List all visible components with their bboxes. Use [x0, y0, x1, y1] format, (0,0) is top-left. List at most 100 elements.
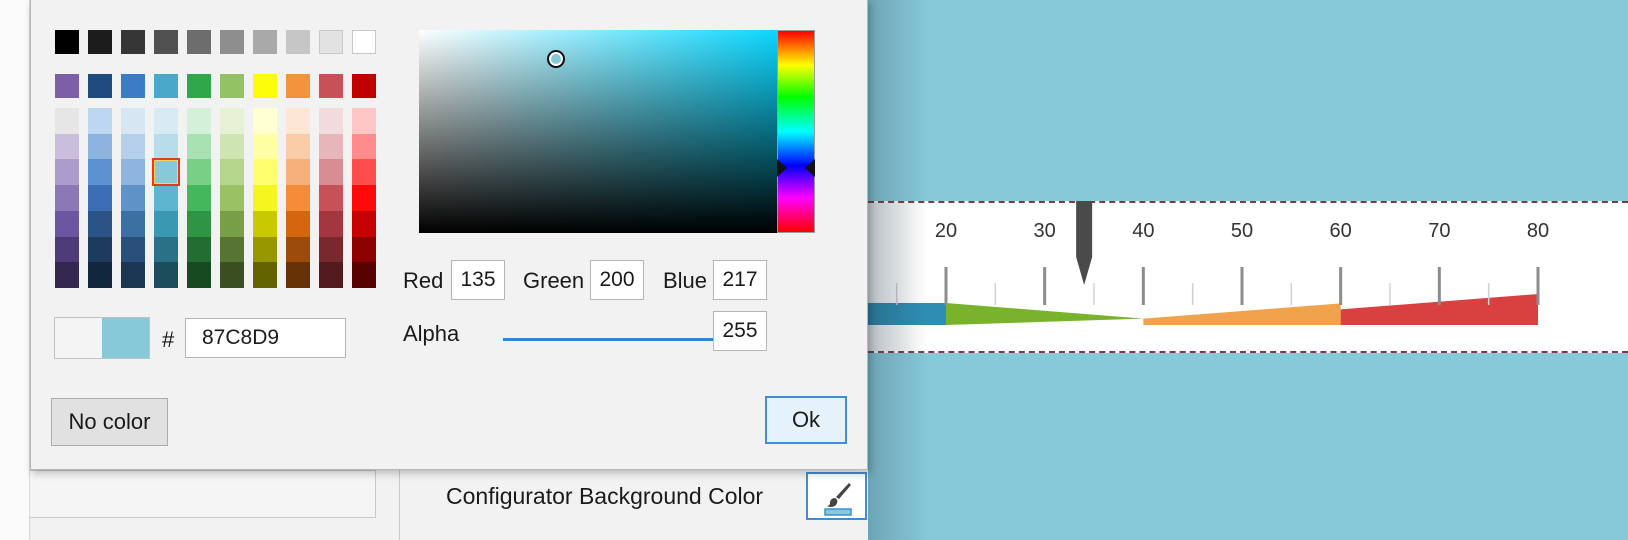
selected-palette-swatch[interactable]: [152, 158, 180, 187]
palette-swatch[interactable]: [187, 30, 211, 54]
palette-tint-swatch[interactable]: [253, 210, 277, 237]
palette-swatch[interactable]: [154, 30, 178, 54]
palette-tint-swatch[interactable]: [253, 159, 277, 186]
palette-swatch[interactable]: [286, 30, 310, 54]
color-cursor[interactable]: [547, 50, 565, 68]
palette-tint-swatch[interactable]: [253, 133, 277, 160]
palette-tint-swatch[interactable]: [55, 185, 79, 212]
palette-swatch[interactable]: [319, 74, 343, 98]
palette-tint-swatch[interactable]: [352, 185, 376, 212]
palette-tint-swatch[interactable]: [55, 236, 79, 263]
palette-tint-swatch[interactable]: [286, 210, 310, 237]
palette-swatch[interactable]: [55, 30, 79, 54]
palette-tint-swatch[interactable]: [187, 133, 211, 160]
palette-tint-swatch[interactable]: [88, 159, 112, 186]
green-input[interactable]: [590, 260, 644, 300]
palette-tint-swatch[interactable]: [286, 262, 310, 289]
palette-swatch[interactable]: [352, 74, 376, 98]
palette-tint-swatch[interactable]: [319, 108, 343, 134]
palette-tint-swatch[interactable]: [187, 108, 211, 134]
background-color-button[interactable]: [806, 472, 867, 520]
hue-slider[interactable]: [777, 30, 815, 233]
palette-tint-swatch[interactable]: [88, 108, 112, 134]
palette-tint-swatch[interactable]: [220, 236, 244, 263]
hue-marker-left[interactable]: [777, 159, 787, 177]
palette-tint-swatch[interactable]: [220, 133, 244, 160]
palette-tint-swatch[interactable]: [220, 159, 244, 186]
palette-swatch[interactable]: [88, 74, 112, 98]
palette-tint-swatch[interactable]: [352, 108, 376, 134]
palette-tint-swatch[interactable]: [55, 262, 79, 289]
palette-swatch[interactable]: [88, 30, 112, 54]
palette-tint-swatch[interactable]: [121, 210, 145, 237]
palette-tint-swatch[interactable]: [253, 108, 277, 134]
palette-tint-swatch[interactable]: [352, 210, 376, 237]
palette-tint-swatch[interactable]: [187, 185, 211, 212]
palette-tint-swatch[interactable]: [187, 262, 211, 289]
palette-tint-swatch[interactable]: [121, 108, 145, 134]
palette-swatch[interactable]: [352, 30, 376, 54]
palette-tint-swatch[interactable]: [55, 210, 79, 237]
palette-tint-swatch[interactable]: [253, 185, 277, 212]
hue-marker-right[interactable]: [805, 159, 815, 177]
palette-tint-swatch[interactable]: [88, 262, 112, 289]
palette-tint-swatch[interactable]: [286, 108, 310, 134]
saturation-value-area[interactable]: [419, 30, 793, 233]
palette-tint-swatch[interactable]: [319, 236, 343, 263]
palette-swatch[interactable]: [121, 30, 145, 54]
palette-tint-swatch[interactable]: [253, 262, 277, 289]
palette-swatch[interactable]: [121, 74, 145, 98]
palette-tint-swatch[interactable]: [286, 185, 310, 212]
palette-swatch[interactable]: [253, 30, 277, 54]
palette-tint-swatch[interactable]: [286, 133, 310, 160]
palette-tint-swatch[interactable]: [319, 185, 343, 212]
palette-tint-swatch[interactable]: [253, 236, 277, 263]
alpha-input[interactable]: [713, 311, 767, 351]
palette-tint-swatch[interactable]: [352, 262, 376, 289]
palette-tint-swatch[interactable]: [154, 262, 178, 289]
palette-swatch[interactable]: [220, 30, 244, 54]
palette-tint-swatch[interactable]: [55, 108, 79, 134]
palette-tint-swatch[interactable]: [319, 210, 343, 237]
hex-input[interactable]: [185, 318, 346, 358]
palette-swatch[interactable]: [187, 74, 211, 98]
palette-tint-swatch[interactable]: [121, 159, 145, 186]
palette-tint-swatch[interactable]: [187, 159, 211, 186]
palette-tint-swatch[interactable]: [88, 133, 112, 160]
palette-tint-swatch[interactable]: [55, 133, 79, 160]
palette-tint-swatch[interactable]: [154, 108, 178, 134]
palette-tint-swatch[interactable]: [88, 185, 112, 212]
palette-swatch[interactable]: [154, 74, 178, 98]
palette-tint-swatch[interactable]: [352, 159, 376, 186]
alpha-slider-track[interactable]: [503, 338, 723, 341]
palette-tint-swatch[interactable]: [121, 185, 145, 212]
palette-swatch[interactable]: [55, 74, 79, 98]
palette-tint-swatch[interactable]: [220, 262, 244, 289]
palette-tint-swatch[interactable]: [220, 108, 244, 134]
palette-tint-swatch[interactable]: [55, 159, 79, 186]
palette-tint-swatch[interactable]: [286, 236, 310, 263]
palette-tint-swatch[interactable]: [154, 236, 178, 263]
palette-tint-swatch[interactable]: [88, 210, 112, 237]
palette-tint-swatch[interactable]: [319, 133, 343, 160]
no-color-button[interactable]: No color: [51, 398, 168, 446]
palette-tint-swatch[interactable]: [187, 210, 211, 237]
palette-tint-swatch[interactable]: [220, 210, 244, 237]
palette-tint-swatch[interactable]: [121, 133, 145, 160]
palette-tint-swatch[interactable]: [88, 236, 112, 263]
settings-field[interactable]: [30, 470, 376, 518]
palette-tint-swatch[interactable]: [154, 185, 178, 212]
blue-input[interactable]: [713, 260, 767, 300]
palette-tint-swatch[interactable]: [319, 159, 343, 186]
palette-tint-swatch[interactable]: [319, 262, 343, 289]
palette-tint-swatch[interactable]: [220, 185, 244, 212]
palette-swatch[interactable]: [319, 30, 343, 54]
palette-tint-swatch[interactable]: [121, 236, 145, 263]
palette-swatch[interactable]: [253, 74, 277, 98]
palette-tint-swatch[interactable]: [286, 159, 310, 186]
palette-tint-swatch[interactable]: [352, 133, 376, 160]
ok-button[interactable]: Ok: [765, 396, 847, 444]
palette-tint-swatch[interactable]: [121, 262, 145, 289]
palette-swatch[interactable]: [286, 74, 310, 98]
palette-tint-swatch[interactable]: [352, 236, 376, 263]
